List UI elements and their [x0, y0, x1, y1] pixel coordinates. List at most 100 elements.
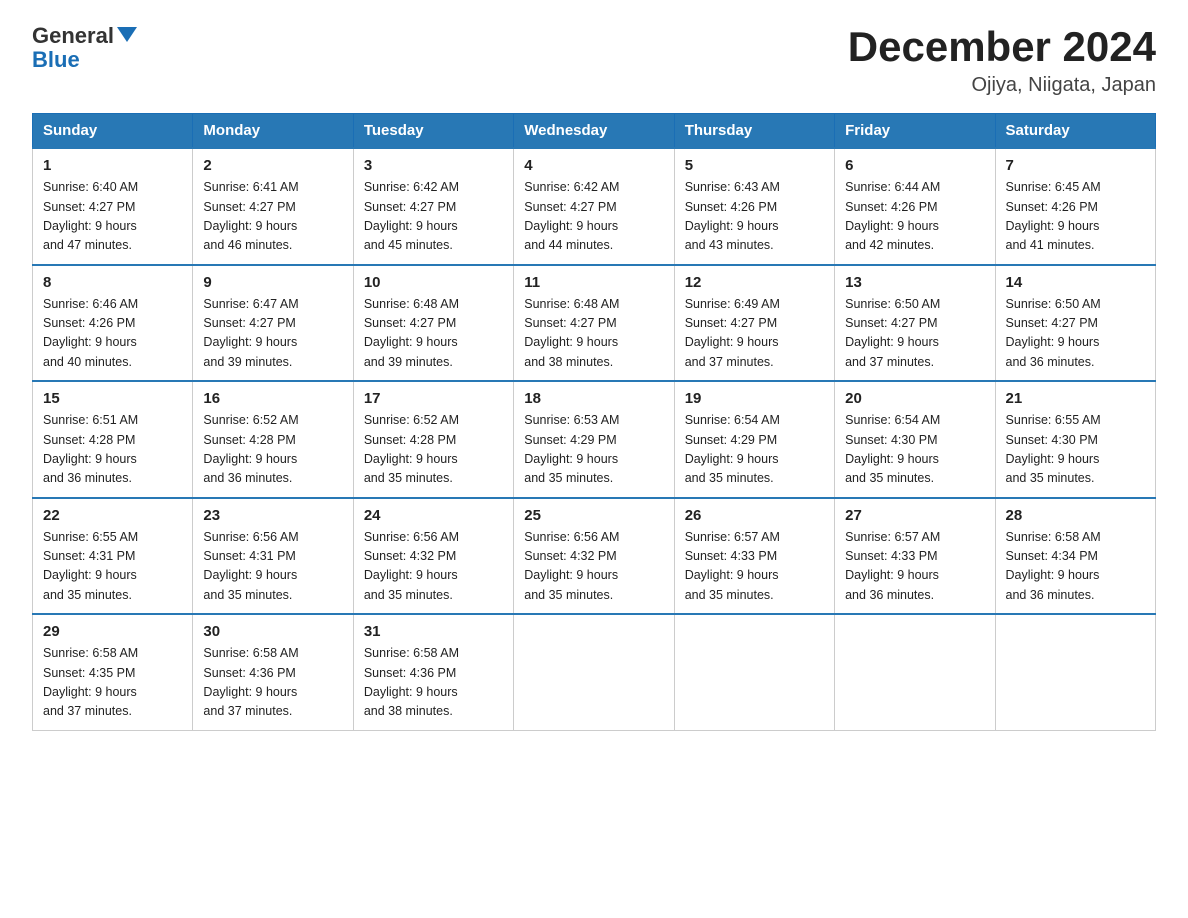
col-friday: Friday [835, 114, 995, 149]
day-number: 21 [1006, 390, 1145, 407]
day-number: 17 [364, 390, 503, 407]
day-number: 13 [845, 274, 984, 291]
day-number: 8 [43, 274, 182, 291]
month-year-heading: December 2024 [848, 24, 1156, 70]
day-number: 10 [364, 274, 503, 291]
day-info: Sunrise: 6:58 AM Sunset: 4:35 PM Dayligh… [43, 644, 182, 722]
day-info: Sunrise: 6:55 AM Sunset: 4:30 PM Dayligh… [1006, 411, 1145, 489]
day-info: Sunrise: 6:57 AM Sunset: 4:33 PM Dayligh… [685, 528, 824, 606]
day-number: 7 [1006, 157, 1145, 174]
day-number: 1 [43, 157, 182, 174]
calendar-cell: 23 Sunrise: 6:56 AM Sunset: 4:31 PM Dayl… [193, 498, 353, 615]
col-tuesday: Tuesday [353, 114, 513, 149]
calendar-header-row: Sunday Monday Tuesday Wednesday Thursday… [33, 114, 1156, 149]
page-header: General Blue December 2024 Ojiya, Niigat… [32, 24, 1156, 97]
day-number: 9 [203, 274, 342, 291]
calendar-cell [674, 614, 834, 730]
day-number: 28 [1006, 507, 1145, 524]
logo-general-text: General [32, 24, 114, 48]
calendar-cell: 14 Sunrise: 6:50 AM Sunset: 4:27 PM Dayl… [995, 265, 1155, 382]
calendar-cell: 19 Sunrise: 6:54 AM Sunset: 4:29 PM Dayl… [674, 381, 834, 498]
week-row-1: 1 Sunrise: 6:40 AM Sunset: 4:27 PM Dayli… [33, 148, 1156, 265]
day-info: Sunrise: 6:48 AM Sunset: 4:27 PM Dayligh… [364, 295, 503, 373]
calendar-cell: 6 Sunrise: 6:44 AM Sunset: 4:26 PM Dayli… [835, 148, 995, 265]
day-info: Sunrise: 6:50 AM Sunset: 4:27 PM Dayligh… [1006, 295, 1145, 373]
day-number: 22 [43, 507, 182, 524]
calendar-cell: 7 Sunrise: 6:45 AM Sunset: 4:26 PM Dayli… [995, 148, 1155, 265]
day-number: 24 [364, 507, 503, 524]
calendar-cell: 28 Sunrise: 6:58 AM Sunset: 4:34 PM Dayl… [995, 498, 1155, 615]
week-row-3: 15 Sunrise: 6:51 AM Sunset: 4:28 PM Dayl… [33, 381, 1156, 498]
calendar-cell: 25 Sunrise: 6:56 AM Sunset: 4:32 PM Dayl… [514, 498, 674, 615]
calendar-cell: 26 Sunrise: 6:57 AM Sunset: 4:33 PM Dayl… [674, 498, 834, 615]
day-info: Sunrise: 6:54 AM Sunset: 4:29 PM Dayligh… [685, 411, 824, 489]
day-info: Sunrise: 6:51 AM Sunset: 4:28 PM Dayligh… [43, 411, 182, 489]
day-number: 27 [845, 507, 984, 524]
day-info: Sunrise: 6:40 AM Sunset: 4:27 PM Dayligh… [43, 178, 182, 256]
day-number: 18 [524, 390, 663, 407]
calendar-cell: 30 Sunrise: 6:58 AM Sunset: 4:36 PM Dayl… [193, 614, 353, 730]
calendar-cell: 8 Sunrise: 6:46 AM Sunset: 4:26 PM Dayli… [33, 265, 193, 382]
day-info: Sunrise: 6:58 AM Sunset: 4:34 PM Dayligh… [1006, 528, 1145, 606]
calendar-cell: 10 Sunrise: 6:48 AM Sunset: 4:27 PM Dayl… [353, 265, 513, 382]
calendar-cell: 4 Sunrise: 6:42 AM Sunset: 4:27 PM Dayli… [514, 148, 674, 265]
day-number: 19 [685, 390, 824, 407]
day-info: Sunrise: 6:58 AM Sunset: 4:36 PM Dayligh… [364, 644, 503, 722]
calendar-cell [514, 614, 674, 730]
day-number: 20 [845, 390, 984, 407]
day-info: Sunrise: 6:57 AM Sunset: 4:33 PM Dayligh… [845, 528, 984, 606]
day-number: 26 [685, 507, 824, 524]
day-number: 31 [364, 623, 503, 640]
day-info: Sunrise: 6:42 AM Sunset: 4:27 PM Dayligh… [524, 178, 663, 256]
calendar-cell: 22 Sunrise: 6:55 AM Sunset: 4:31 PM Dayl… [33, 498, 193, 615]
calendar-cell: 12 Sunrise: 6:49 AM Sunset: 4:27 PM Dayl… [674, 265, 834, 382]
col-saturday: Saturday [995, 114, 1155, 149]
calendar-cell: 2 Sunrise: 6:41 AM Sunset: 4:27 PM Dayli… [193, 148, 353, 265]
col-thursday: Thursday [674, 114, 834, 149]
title-block: December 2024 Ojiya, Niigata, Japan [848, 24, 1156, 97]
col-sunday: Sunday [33, 114, 193, 149]
day-info: Sunrise: 6:53 AM Sunset: 4:29 PM Dayligh… [524, 411, 663, 489]
week-row-5: 29 Sunrise: 6:58 AM Sunset: 4:35 PM Dayl… [33, 614, 1156, 730]
day-info: Sunrise: 6:44 AM Sunset: 4:26 PM Dayligh… [845, 178, 984, 256]
calendar-cell [995, 614, 1155, 730]
calendar-cell: 27 Sunrise: 6:57 AM Sunset: 4:33 PM Dayl… [835, 498, 995, 615]
day-info: Sunrise: 6:55 AM Sunset: 4:31 PM Dayligh… [43, 528, 182, 606]
calendar-cell: 18 Sunrise: 6:53 AM Sunset: 4:29 PM Dayl… [514, 381, 674, 498]
calendar-cell: 13 Sunrise: 6:50 AM Sunset: 4:27 PM Dayl… [835, 265, 995, 382]
day-info: Sunrise: 6:48 AM Sunset: 4:27 PM Dayligh… [524, 295, 663, 373]
day-info: Sunrise: 6:41 AM Sunset: 4:27 PM Dayligh… [203, 178, 342, 256]
day-info: Sunrise: 6:42 AM Sunset: 4:27 PM Dayligh… [364, 178, 503, 256]
day-number: 14 [1006, 274, 1145, 291]
day-number: 4 [524, 157, 663, 174]
calendar-cell: 9 Sunrise: 6:47 AM Sunset: 4:27 PM Dayli… [193, 265, 353, 382]
calendar-table: Sunday Monday Tuesday Wednesday Thursday… [32, 113, 1156, 731]
logo-blue-text: Blue [32, 47, 80, 72]
logo: General Blue [32, 24, 137, 72]
col-wednesday: Wednesday [514, 114, 674, 149]
calendar-cell: 17 Sunrise: 6:52 AM Sunset: 4:28 PM Dayl… [353, 381, 513, 498]
day-number: 23 [203, 507, 342, 524]
day-info: Sunrise: 6:56 AM Sunset: 4:31 PM Dayligh… [203, 528, 342, 606]
day-number: 11 [524, 274, 663, 291]
calendar-cell: 16 Sunrise: 6:52 AM Sunset: 4:28 PM Dayl… [193, 381, 353, 498]
calendar-cell [835, 614, 995, 730]
day-number: 15 [43, 390, 182, 407]
week-row-2: 8 Sunrise: 6:46 AM Sunset: 4:26 PM Dayli… [33, 265, 1156, 382]
day-info: Sunrise: 6:52 AM Sunset: 4:28 PM Dayligh… [364, 411, 503, 489]
calendar-cell: 31 Sunrise: 6:58 AM Sunset: 4:36 PM Dayl… [353, 614, 513, 730]
day-info: Sunrise: 6:52 AM Sunset: 4:28 PM Dayligh… [203, 411, 342, 489]
day-info: Sunrise: 6:54 AM Sunset: 4:30 PM Dayligh… [845, 411, 984, 489]
day-number: 25 [524, 507, 663, 524]
logo-triangle-icon [117, 27, 137, 42]
calendar-cell: 20 Sunrise: 6:54 AM Sunset: 4:30 PM Dayl… [835, 381, 995, 498]
day-number: 6 [845, 157, 984, 174]
day-number: 30 [203, 623, 342, 640]
day-number: 3 [364, 157, 503, 174]
day-info: Sunrise: 6:43 AM Sunset: 4:26 PM Dayligh… [685, 178, 824, 256]
day-number: 12 [685, 274, 824, 291]
day-info: Sunrise: 6:46 AM Sunset: 4:26 PM Dayligh… [43, 295, 182, 373]
day-info: Sunrise: 6:58 AM Sunset: 4:36 PM Dayligh… [203, 644, 342, 722]
calendar-cell: 21 Sunrise: 6:55 AM Sunset: 4:30 PM Dayl… [995, 381, 1155, 498]
calendar-cell: 3 Sunrise: 6:42 AM Sunset: 4:27 PM Dayli… [353, 148, 513, 265]
